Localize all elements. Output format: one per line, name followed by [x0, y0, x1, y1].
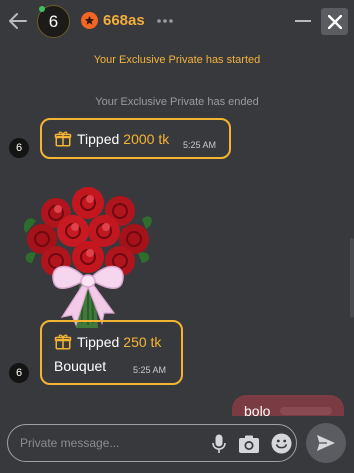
system-message-started: Your Exclusive Private has started	[93, 54, 261, 66]
avatar-initial: 6	[48, 11, 59, 31]
chat-header: 6 668as	[0, 0, 354, 42]
star-badge	[81, 12, 98, 29]
tip-message-bubble: Tipped 250 tk Bouquet 5:25 AM	[40, 320, 183, 385]
tip-line: Tipped 2000 tk	[54, 130, 169, 148]
more-horizontal-icon	[157, 19, 173, 23]
minimize-icon	[295, 20, 311, 22]
system-message-ended: Your Exclusive Private has ended	[95, 96, 259, 108]
scrollbar[interactable]	[350, 238, 354, 318]
tip-label: Tipped	[77, 334, 120, 350]
close-icon	[327, 14, 342, 29]
microphone-icon[interactable]	[212, 434, 226, 454]
arrow-left-icon	[9, 13, 27, 29]
gift-icon	[54, 334, 72, 350]
outgoing-message-blur	[280, 407, 332, 415]
camera-icon[interactable]	[238, 434, 260, 454]
send-button[interactable]	[306, 423, 346, 463]
tip-label: Tipped	[77, 131, 120, 147]
online-status-dot	[39, 6, 45, 12]
more-options-button[interactable]	[156, 12, 174, 30]
tip-line: Tipped 250 tk	[54, 333, 161, 351]
sender-initial: 6	[15, 367, 23, 379]
sender-avatar[interactable]: 6	[9, 138, 29, 158]
message-input[interactable]	[20, 434, 200, 452]
username[interactable]: 668as	[103, 12, 145, 29]
star-icon	[84, 15, 95, 25]
bouquet-image	[23, 187, 152, 328]
sender-initial: 6	[15, 142, 23, 154]
send-icon	[317, 435, 335, 451]
close-button[interactable]	[321, 8, 348, 35]
message-timestamp: 5:25 AM	[183, 140, 217, 150]
private-chat-window: 6 668as Your Exclusive Private has start…	[0, 0, 354, 473]
emoji-icon[interactable]	[271, 433, 292, 454]
message-timestamp: 5:25 AM	[133, 365, 167, 375]
gift-icon	[54, 131, 72, 147]
sender-avatar[interactable]: 6	[9, 363, 29, 383]
tip-amount: 2000 tk	[123, 131, 170, 147]
roses	[27, 187, 149, 276]
tip-amount: 250 tk	[123, 334, 162, 350]
back-button[interactable]	[8, 11, 28, 31]
minimize-button[interactable]	[292, 10, 314, 32]
gift-name: Bouquet	[54, 358, 107, 374]
message-composer	[7, 424, 297, 462]
tip-message-bubble: Tipped 2000 tk 5:25 AM	[40, 118, 231, 159]
